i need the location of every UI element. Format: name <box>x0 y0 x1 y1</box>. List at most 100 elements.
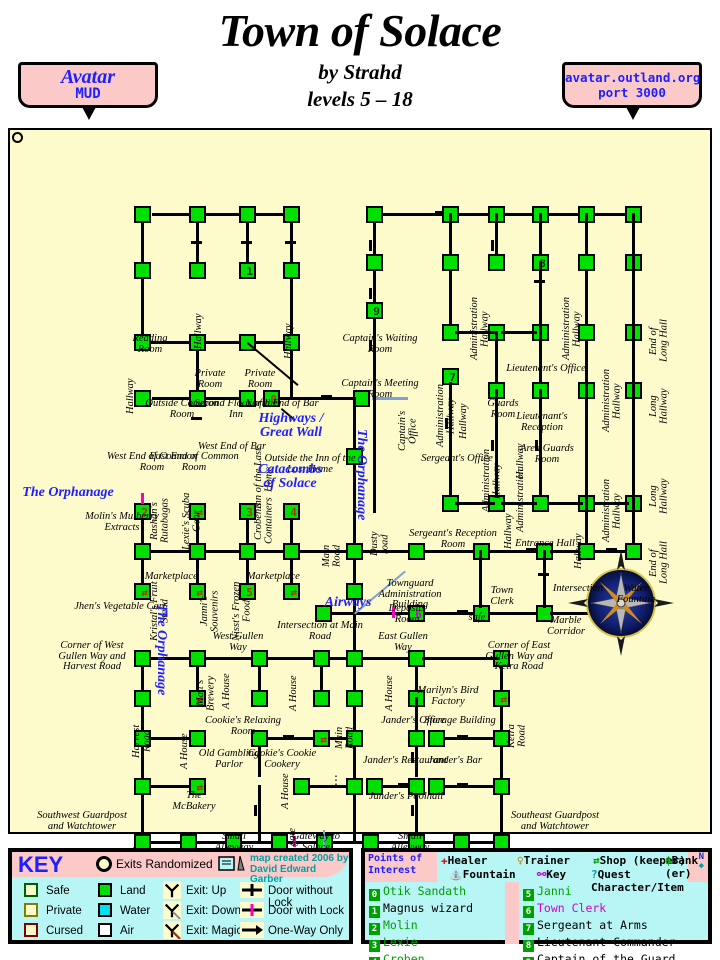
poi-number-badge: 0 <box>369 889 380 901</box>
banner-pin-right <box>625 105 641 120</box>
room-label: Cookie's Relaxing Room <box>204 715 282 737</box>
room-node-guards[interactable] <box>488 254 505 271</box>
room-node[interactable] <box>346 543 363 560</box>
room-node-croben[interactable]: 4 <box>283 503 300 520</box>
room-node[interactable] <box>283 206 300 223</box>
banner-left-line1: Avatar <box>60 66 116 88</box>
room-node[interactable] <box>189 206 206 223</box>
door-without-lock <box>534 280 545 283</box>
banner-left-line2: MUD <box>75 86 101 102</box>
room-label: End of Long Hall <box>648 319 670 363</box>
room-label: Captain's Office <box>397 410 419 452</box>
map-edge <box>595 213 627 216</box>
map-edge <box>539 331 542 389</box>
room-label: Main Road <box>334 726 356 750</box>
poi-number: 1 <box>246 265 253 278</box>
randomized-exit-dots: ⋮ <box>410 666 422 680</box>
room-node-captains-waiting[interactable] <box>366 206 383 223</box>
poi-name: Croben <box>383 952 425 960</box>
poi-list-item: 6 Town Clerk <box>523 901 675 918</box>
room-label: A House <box>280 773 291 809</box>
legend-label-exit-down: Exit: Down <box>186 905 241 917</box>
door-without-lock <box>369 240 372 251</box>
room-node[interactable] <box>134 206 151 223</box>
room-node-captain-of-the-guard[interactable]: 9 <box>366 302 383 319</box>
page-title: Town of Solace <box>218 5 502 56</box>
map-credit: map created 2006 by David Edward Garber <box>250 853 349 885</box>
legend-label-water: Water <box>120 905 151 917</box>
exits-randomized-label: Exits Randomized <box>116 857 213 871</box>
room-node[interactable] <box>346 778 363 795</box>
room-node-a-house[interactable] <box>251 690 268 707</box>
swatch-private <box>24 903 38 917</box>
shop-node-marilyns-bird-factory[interactable]: ⇄ <box>493 690 510 707</box>
room-label: Marilyn's Bird Factory <box>417 685 479 707</box>
room-label: Sergeant's Reception Room <box>409 528 497 550</box>
room-label: Long Hallway <box>648 388 670 424</box>
exits-randomized-icon <box>96 856 112 872</box>
room-label: Sergeant's Office <box>421 453 493 464</box>
room-node[interactable] <box>134 778 151 795</box>
room-node[interactable] <box>442 254 459 271</box>
legend-label-safe: Safe <box>46 885 70 897</box>
area-label: Catacombs of Solace <box>258 462 322 491</box>
legend-label-exit-up: Exit: Up <box>186 885 227 897</box>
door-without-lock <box>191 241 202 244</box>
banner-pin-left <box>81 105 97 120</box>
room-node-a-house[interactable] <box>313 690 330 707</box>
page-curl-icon <box>12 132 23 143</box>
map-edge <box>449 213 452 331</box>
room-label: Croben's Containers <box>253 497 275 545</box>
room-node[interactable] <box>134 690 151 707</box>
poi-symbol-healer: ✚Healer <box>441 854 488 867</box>
room-label: Captain's Meeting Room <box>341 378 419 400</box>
room-label: Hallway <box>283 323 294 359</box>
poi-name: Molin <box>383 918 418 932</box>
room-node[interactable] <box>239 206 256 223</box>
shop-node-cookies-cookie-cookery[interactable]: ⇄ <box>313 730 330 747</box>
room-label: Main Road <box>321 544 343 568</box>
room-label: Jander's Bar <box>428 755 482 766</box>
legend-label-land: Land <box>120 885 146 897</box>
room-node[interactable] <box>283 543 300 560</box>
door-with-lock <box>141 493 144 504</box>
room-label: Administration Hallway <box>435 383 457 447</box>
area-label: The Orphanage <box>22 485 114 500</box>
room-label: Long Hallway <box>648 478 670 514</box>
door-without-lock <box>241 241 252 244</box>
room-node[interactable] <box>313 650 330 667</box>
room-node[interactable] <box>493 778 510 795</box>
room-node[interactable] <box>189 262 206 279</box>
room-label: Southeast Guardpost and Watchtower <box>511 810 599 832</box>
room-node[interactable] <box>134 262 151 279</box>
poi-symbol-trainer: ♀Trainer <box>517 854 570 867</box>
room-label: Private Room <box>194 368 226 390</box>
room-label: Lexie's Scuba Gear <box>181 492 203 550</box>
poi-name: Sergeant at Arms <box>537 918 648 932</box>
room-label: Southwest Guardpost and Watchtower <box>37 810 127 832</box>
poi-number: 4 <box>290 506 297 519</box>
room-node-magnus-wizard[interactable]: 1 <box>239 262 256 279</box>
poi-name: Town Clerk <box>537 901 607 915</box>
room-node[interactable] <box>346 690 363 707</box>
poi-number: 9 <box>373 305 380 318</box>
room-label: East Gullen Way <box>378 631 428 653</box>
room-node[interactable] <box>134 543 151 560</box>
room-node-storage-building[interactable] <box>428 730 445 747</box>
room-node[interactable] <box>283 262 300 279</box>
map-edge <box>585 382 588 502</box>
map-edge <box>500 657 503 841</box>
poi-list-item: 9Captain of the Guard <box>523 952 675 960</box>
legend-label-one-way: One-Way Only <box>268 925 343 937</box>
room-node-intersection-main-road[interactable] <box>346 650 363 667</box>
map-canvas: 1 0 2 ⇄ 3 4 ⇄ ⇄ 5 ⇄ 6 9 8 7 ⇄ ⇄ ⋮ ⋮ ⋮ ⇄ … <box>8 128 712 897</box>
room-node-a-house[interactable] <box>293 778 310 795</box>
room-label: Administration Hallway <box>601 478 623 542</box>
room-label: Town Clerk <box>490 585 514 607</box>
room-node-captains-meeting[interactable] <box>366 254 383 271</box>
poi-list-item: 1 Magnus wizard <box>369 901 473 918</box>
legend-label-door-lock: Door with Lock <box>268 905 345 917</box>
room-node[interactable] <box>578 254 595 271</box>
room-node-janders-office[interactable] <box>408 730 425 747</box>
poi-name: Janni <box>537 884 572 898</box>
